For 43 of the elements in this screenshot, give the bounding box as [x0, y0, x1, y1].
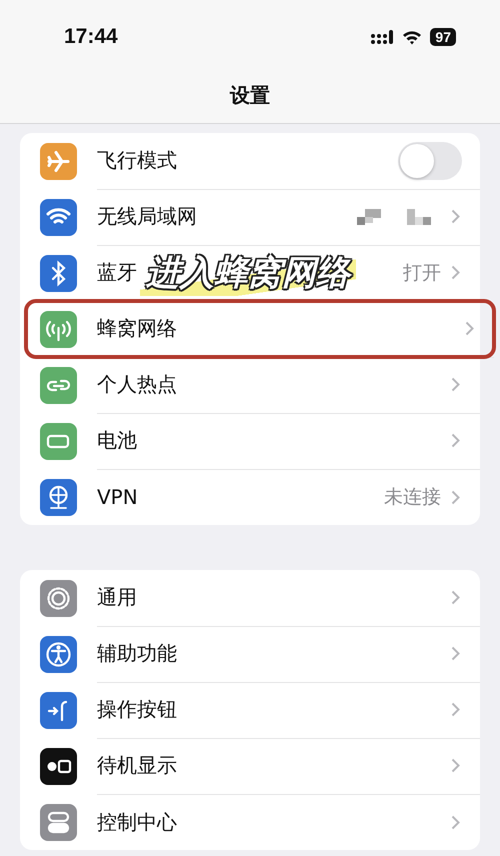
row-value: 打开 — [403, 260, 441, 286]
signal-icon — [370, 29, 394, 45]
settings-row[interactable]: 无线局域网 — [20, 189, 480, 245]
row-label: 蜂窝网络 — [97, 315, 177, 342]
chevron-icon — [451, 490, 460, 504]
row-label: 操作按钮 — [97, 696, 177, 723]
settings-row[interactable]: 操作按钮 — [20, 682, 480, 738]
chevron-icon — [451, 377, 460, 392]
wifi-icon — [402, 30, 422, 44]
annotation-text: 进入蜂窝网络 — [140, 250, 356, 296]
chevron-icon — [451, 758, 460, 773]
row-label: 无线局域网 — [97, 203, 197, 230]
settings-row[interactable]: 控制中心 — [20, 794, 480, 850]
row-label: 飞行模式 — [97, 147, 177, 174]
row-value: 未连接 — [384, 485, 441, 510]
battery-level: 97 — [430, 28, 456, 46]
row-label: 通用 — [97, 584, 137, 611]
row-label: 待机显示 — [97, 752, 177, 779]
row-label: 电池 — [97, 427, 137, 454]
chevron-icon — [451, 590, 460, 605]
row-label: VPN — [97, 485, 138, 509]
chevron-icon — [451, 209, 460, 224]
row-label: 个人热点 — [97, 371, 177, 398]
row-label: 辅助功能 — [97, 640, 177, 667]
settings-row[interactable]: 飞行模式 — [20, 133, 480, 189]
chevron-icon — [451, 646, 460, 661]
settings-row[interactable]: 通用 — [20, 570, 480, 626]
status-time: 17:44 — [64, 25, 118, 49]
settings-row[interactable]: VPN 未连接 — [20, 469, 480, 525]
settings-row[interactable]: 辅助功能 — [20, 626, 480, 682]
row-label: 控制中心 — [97, 808, 177, 836]
settings-row[interactable]: 电池 — [20, 413, 480, 469]
row-label: 蓝牙 — [97, 259, 137, 286]
settings-row[interactable]: 待机显示 — [20, 738, 480, 794]
chevron-icon — [465, 321, 474, 336]
settings-row[interactable]: 蜂窝网络 — [26, 301, 494, 357]
chevron-icon — [451, 265, 460, 280]
settings-row[interactable]: 个人热点 — [20, 357, 480, 413]
chevron-icon — [451, 814, 460, 830]
toggle-switch[interactable] — [398, 142, 462, 180]
page-title: 设置 — [228, 82, 271, 109]
chevron-icon — [451, 702, 460, 717]
chevron-icon — [451, 433, 460, 448]
